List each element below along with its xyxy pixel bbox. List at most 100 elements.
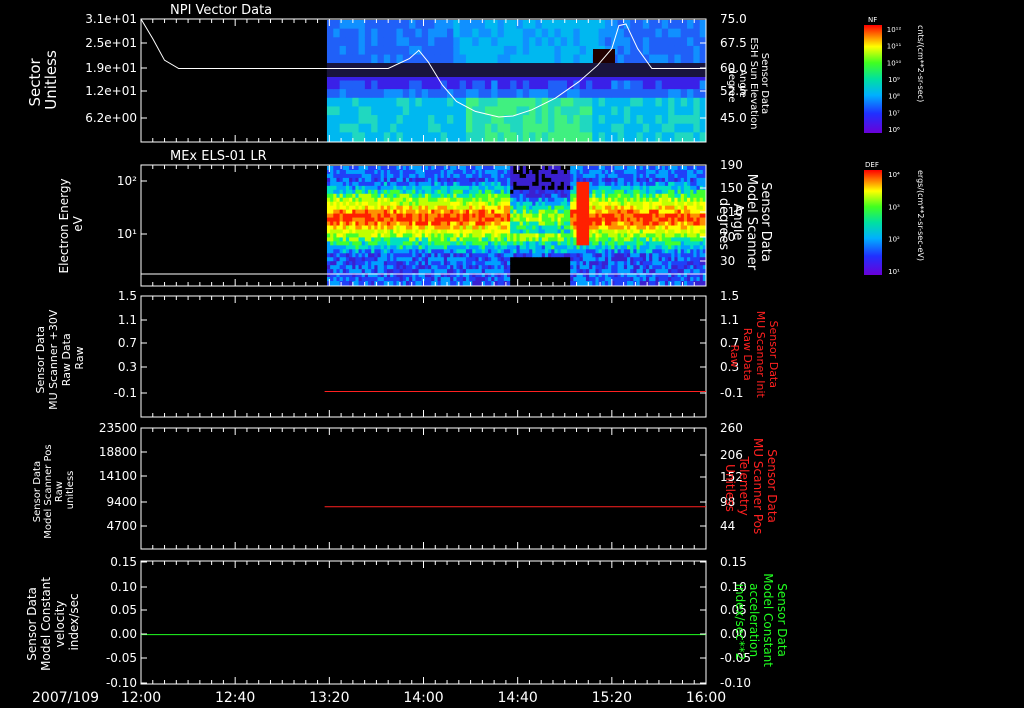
heatmap-cell [497,209,502,215]
heatmap-cell [447,132,454,142]
heatmap-cell [431,181,435,187]
heatmap-cell [582,173,587,179]
heatmap-cell [383,28,391,38]
heatmap-cell [339,229,344,234]
heatmap-cell [434,261,439,266]
heatmap-cell [342,253,347,258]
heatmap-cell [510,132,517,142]
heatmap-cell [519,189,524,195]
heatmap-cell [636,253,641,258]
heatmap-cell [503,97,511,107]
heatmap-cell [510,97,517,107]
heatmap-cell [462,261,467,266]
heatmap-cell [655,169,660,175]
heatmap-cell [358,237,363,242]
heatmap-cell [573,249,578,254]
heatmap-cell [567,45,574,56]
heatmap-cell [598,213,603,219]
heatmap-cell [491,245,495,250]
heatmap-cell [645,185,650,191]
heatmap-cell [510,45,517,56]
heatmap-cell [554,166,559,171]
heatmap-cell [469,245,473,250]
heatmap-cell [488,245,492,250]
heatmap-cell [548,197,552,203]
heatmap-cell [601,225,606,230]
heatmap-cell [683,177,688,183]
heatmap-cell [336,221,341,226]
heatmap-cell [358,209,363,215]
heatmap-cell [447,169,451,175]
heatmap-cell [475,265,480,270]
heatmap-cell [655,209,660,215]
heatmap-cell [532,197,536,203]
heatmap-cell [579,54,587,64]
heatmap-cell [554,181,559,187]
heatmap-cell [326,241,331,246]
heatmap-cell [497,123,505,133]
heatmap-cell [582,217,587,223]
heatmap-cell [522,233,527,238]
heatmap-cell [674,281,679,286]
heatmap-cell [383,89,391,99]
heatmap-cell [636,209,641,215]
heatmap-cell [478,28,486,38]
heatmap-cell [548,225,552,230]
heatmap-cell [491,20,499,30]
heatmap-cell [478,257,483,262]
heatmap-cell [421,37,429,47]
heatmap-cell [548,261,552,266]
heatmap-cell [358,185,363,191]
heatmap-cell [560,189,565,195]
heatmap-cell [611,123,619,133]
heatmap-cell [462,229,467,234]
heatmap-cell [497,225,502,230]
heatmap-cell [402,45,410,56]
heatmap-cell [440,115,448,125]
heatmap-cell [409,28,416,38]
heatmap-cell [522,201,527,207]
heatmap-cell [453,89,461,99]
heatmap-cell [481,185,486,191]
heatmap-cell [592,197,596,203]
heatmap-cell [437,213,442,219]
heatmap-cell [687,269,691,274]
heatmap-cell [469,233,473,238]
heatmap-cell [567,261,571,266]
heatmap-cell [440,237,445,242]
heatmap-cell [396,269,401,274]
heatmap-cell [658,205,663,211]
heatmap-cell [409,229,413,234]
heatmap-cell [447,181,451,187]
heatmap-cell [522,217,527,223]
heatmap-cell [655,205,660,211]
heatmap-cell [633,245,638,250]
heatmap-cell [601,257,606,262]
heatmap-cell [465,233,470,238]
heatmap-cell [440,189,445,195]
heatmap-cell [680,189,685,195]
heatmap-cell [380,281,385,286]
heatmap-cell [548,277,552,282]
heatmap-cell [481,261,486,266]
heatmap-cell [541,123,549,133]
heatmap-cell [503,237,508,242]
heatmap-cell [488,193,492,199]
heatmap-cell [453,221,457,226]
heatmap-cell [450,261,454,266]
heatmap-cell [428,185,432,191]
heatmap-cell [437,181,442,187]
heatmap-cell [415,209,420,215]
heatmap-cell [645,181,650,187]
heatmap-cell [532,181,536,187]
heatmap-cell [567,269,571,274]
heatmap-cell [652,221,656,226]
heatmap-cell [500,185,505,191]
heatmap-cell [655,213,660,219]
heatmap-cell [484,132,492,142]
heatmap-cell [503,249,508,254]
heatmap-cell [649,193,653,199]
heatmap-cell [491,253,495,258]
heatmap-cell [664,253,669,258]
heatmap-cell [383,269,388,274]
